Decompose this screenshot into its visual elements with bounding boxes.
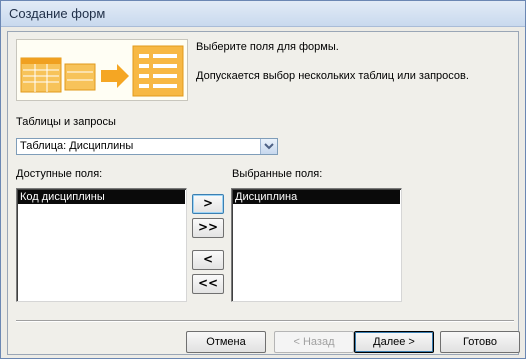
dialog-body: Выберите поля для формы. Допускается выб… bbox=[7, 31, 520, 355]
wizard-illustration-graphic bbox=[17, 40, 187, 100]
source-label: Таблицы и запросы bbox=[16, 116, 116, 128]
cancel-button[interactable]: Отмена bbox=[186, 331, 266, 353]
available-fields-label: Доступные поля: bbox=[16, 168, 103, 180]
back-button[interactable]: < Назад bbox=[274, 331, 354, 353]
list-item[interactable]: Дисциплина bbox=[233, 190, 400, 204]
footer-divider bbox=[16, 320, 514, 322]
available-fields-list[interactable]: Код дисциплины bbox=[16, 188, 187, 302]
wizard-illustration bbox=[16, 39, 188, 101]
hint-text: Допускается выбор нескольких таблиц или … bbox=[196, 70, 469, 82]
next-button[interactable]: Далее > bbox=[354, 331, 434, 353]
window-title: Создание форм bbox=[9, 6, 106, 21]
chevron-down-icon[interactable] bbox=[260, 139, 277, 154]
title-bar[interactable]: Создание форм bbox=[1, 1, 525, 27]
remove-field-button[interactable]: < bbox=[192, 250, 224, 270]
source-combobox-value: Таблица: Дисциплины bbox=[20, 140, 134, 152]
remove-all-fields-button[interactable]: << bbox=[192, 274, 224, 294]
selected-fields-list[interactable]: Дисциплина bbox=[231, 188, 402, 302]
finish-button[interactable]: Готово bbox=[440, 331, 520, 353]
list-item[interactable]: Код дисциплины bbox=[18, 190, 185, 204]
add-field-button[interactable]: > bbox=[192, 194, 224, 214]
source-combobox[interactable]: Таблица: Дисциплины bbox=[16, 138, 278, 155]
add-all-fields-button[interactable]: >> bbox=[192, 218, 224, 238]
selected-fields-label: Выбранные поля: bbox=[232, 168, 323, 180]
form-wizard-dialog: Создание форм Выберите поля для формы. Д… bbox=[0, 0, 526, 359]
instruction-text: Выберите поля для формы. bbox=[196, 41, 339, 53]
